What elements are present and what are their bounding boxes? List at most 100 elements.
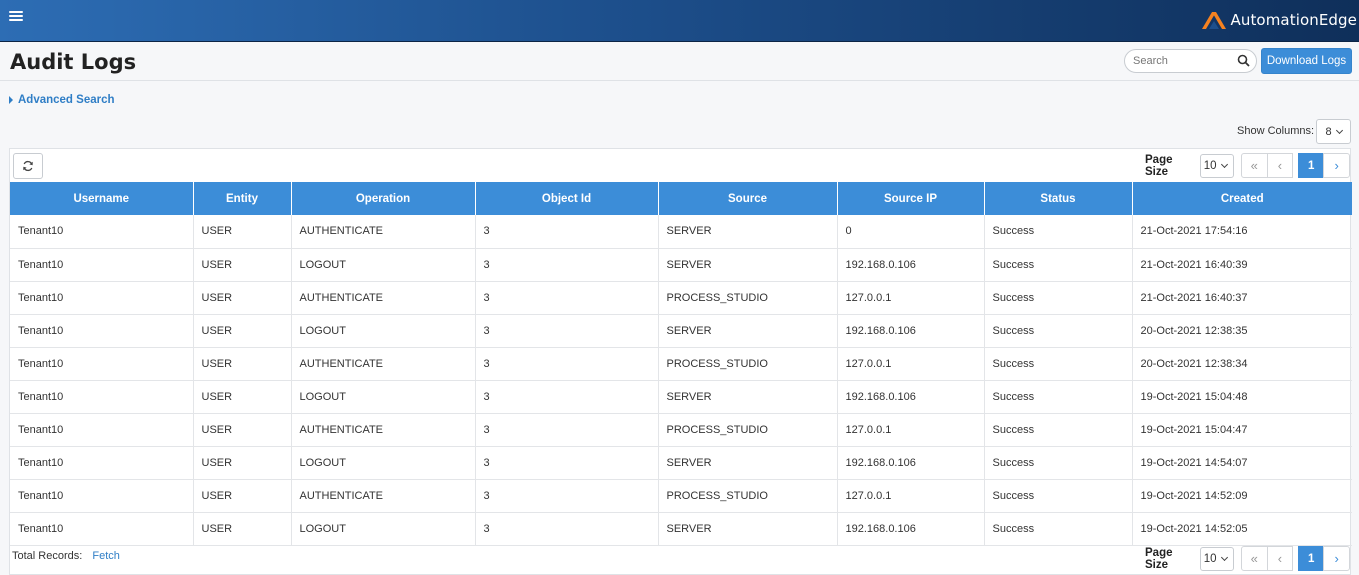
first-page-button[interactable]: «	[1241, 153, 1268, 178]
table-row[interactable]: Tenant10 USER LOGOUT 3 SERVER 192.168.0.106 Su…	[10, 380, 1352, 414]
table-row[interactable]: Tenant10 USER LOGOUT 3 SERVER 192.168.0.106 Su…	[10, 248, 1352, 282]
table-cell: Tenant10	[10, 512, 194, 546]
table-cell: SERVER	[658, 314, 838, 348]
table-cell: LOGOUT	[291, 248, 476, 282]
table-cell: USER	[193, 281, 292, 315]
table-cell: Tenant10	[10, 446, 194, 480]
table-header-row: Username Entity Operation Object Id Source So…	[10, 182, 1352, 215]
table-cell: Success	[984, 347, 1133, 381]
column-header[interactable]: Username	[10, 182, 194, 215]
page-number-button[interactable]: 1	[1297, 546, 1325, 571]
table-row[interactable]: Tenant10 USER LOGOUT 3 SERVER 192.168.0.106 Su…	[10, 512, 1352, 546]
column-header[interactable]: Object Id	[475, 182, 659, 215]
table-cell: Tenant10	[10, 479, 194, 513]
download-logs-button[interactable]: Download Logs	[1261, 48, 1352, 74]
table-cell: Tenant10	[10, 380, 194, 414]
table-cell: 21-Oct-2021 16:40:39	[1132, 248, 1352, 282]
table-cell: 3	[475, 314, 659, 348]
prev-page-button[interactable]: ‹	[1266, 546, 1294, 571]
table-cell: PROCESS_STUDIO	[658, 413, 838, 447]
table-body: Tenant10 USER AUTHENTICATE 3 SERVER 0 Success 2…	[10, 215, 1352, 546]
total-records: Total Records: Fetch	[12, 550, 120, 562]
prev-page-button[interactable]: ‹	[1266, 153, 1294, 178]
double-chevron-left-icon: «	[1250, 158, 1258, 173]
table-cell: AUTHENTICATE	[291, 215, 476, 249]
table-cell: 3	[475, 215, 659, 249]
table-cell: SERVER	[658, 215, 838, 249]
column-header[interactable]: Operation	[291, 182, 476, 215]
total-records-label: Total Records:	[12, 550, 83, 562]
table-cell: Success	[984, 446, 1133, 480]
table-cell: Success	[984, 248, 1133, 282]
table-row[interactable]: Tenant10 USER AUTHENTICATE 3 PROCESS_STUDIO 1…	[10, 347, 1352, 381]
table-cell: 3	[475, 281, 659, 315]
table-cell: Success	[984, 380, 1133, 414]
table-cell: Success	[984, 314, 1133, 348]
advanced-search-toggle[interactable]: Advanced Search	[9, 94, 115, 106]
fetch-link[interactable]: Fetch	[92, 550, 120, 562]
table-cell: Tenant10	[10, 215, 194, 249]
column-header[interactable]: Status	[984, 182, 1133, 215]
first-page-button[interactable]: «	[1241, 546, 1268, 571]
table-cell: SERVER	[658, 248, 838, 282]
show-columns-label: Show Columns:	[1237, 125, 1315, 137]
table-cell: Success	[984, 281, 1133, 315]
table-cell: SERVER	[658, 512, 838, 546]
next-page-button[interactable]: ›	[1323, 153, 1350, 178]
table-cell: AUTHENTICATE	[291, 281, 476, 315]
chevron-down-icon	[1220, 160, 1228, 168]
show-columns-value: 8	[1325, 125, 1332, 138]
table-row[interactable]: Tenant10 USER AUTHENTICATE 3 PROCESS_STUDIO 1…	[10, 281, 1352, 315]
table-cell: AUTHENTICATE	[291, 479, 476, 513]
search-icon[interactable]	[1237, 54, 1250, 67]
table-row[interactable]: Tenant10 USER AUTHENTICATE 3 PROCESS_STUDIO 1…	[10, 413, 1352, 447]
top-navbar: AutomationEdge	[0, 0, 1359, 42]
table-cell: 3	[475, 446, 659, 480]
page-number-button[interactable]: 1	[1297, 153, 1325, 178]
pager-bottom: Page Size 10 « ‹ 1 ›	[1145, 546, 1350, 571]
audit-log-table: Username Entity Operation Object Id Source So…	[10, 182, 1352, 546]
table-cell: 3	[475, 380, 659, 414]
table-cell: Tenant10	[10, 314, 194, 348]
table-cell: USER	[193, 446, 292, 480]
column-header[interactable]: Source IP	[837, 182, 985, 215]
column-header[interactable]: Entity	[193, 182, 292, 215]
table-cell: 21-Oct-2021 16:40:37	[1132, 281, 1352, 315]
table-cell: USER	[193, 314, 292, 348]
table-cell: LOGOUT	[291, 380, 476, 414]
table-cell: Success	[984, 512, 1133, 546]
next-page-button[interactable]: ›	[1323, 546, 1350, 571]
table-cell: LOGOUT	[291, 314, 476, 348]
table-cell: 3	[475, 479, 659, 513]
table-cell: 192.168.0.106	[837, 314, 985, 348]
table-cell: Tenant10	[10, 347, 194, 381]
chevron-right-icon: ›	[1334, 551, 1339, 566]
show-columns-select[interactable]: 8	[1316, 119, 1351, 144]
table-cell: 19-Oct-2021 14:52:09	[1132, 479, 1352, 513]
table-row[interactable]: Tenant10 USER AUTHENTICATE 3 PROCESS_STUDIO 1…	[10, 479, 1352, 513]
table-cell: 21-Oct-2021 17:54:16	[1132, 215, 1352, 249]
hamburger-icon[interactable]	[9, 11, 23, 25]
page-size-value: 10	[1203, 159, 1217, 172]
page-size-select[interactable]: 10	[1199, 153, 1235, 178]
refresh-button[interactable]	[13, 153, 43, 179]
page-size-select[interactable]: 10	[1199, 546, 1235, 571]
column-header[interactable]: Created	[1132, 182, 1352, 215]
audit-log-panel: Page Size 10 « ‹ 1 › Username Entity Opera…	[9, 148, 1352, 575]
chevron-left-icon: ‹	[1277, 158, 1283, 173]
table-cell: USER	[193, 512, 292, 546]
table-cell: 127.0.0.1	[837, 413, 985, 447]
search-input[interactable]	[1125, 50, 1230, 72]
table-cell: PROCESS_STUDIO	[658, 281, 838, 315]
double-chevron-left-icon: «	[1250, 551, 1258, 566]
page-size-value: 10	[1203, 552, 1217, 565]
table-cell: 20-Oct-2021 12:38:35	[1132, 314, 1352, 348]
table-cell: 3	[475, 248, 659, 282]
table-row[interactable]: Tenant10 USER LOGOUT 3 SERVER 192.168.0.106 Su…	[10, 314, 1352, 348]
chevron-down-icon	[1220, 553, 1228, 561]
table-row[interactable]: Tenant10 USER AUTHENTICATE 3 SERVER 0 Success 2…	[10, 215, 1352, 249]
table-cell: LOGOUT	[291, 446, 476, 480]
table-row[interactable]: Tenant10 USER LOGOUT 3 SERVER 192.168.0.106 Su…	[10, 446, 1352, 480]
chevron-right-icon: ›	[1334, 158, 1339, 173]
column-header[interactable]: Source	[658, 182, 838, 215]
